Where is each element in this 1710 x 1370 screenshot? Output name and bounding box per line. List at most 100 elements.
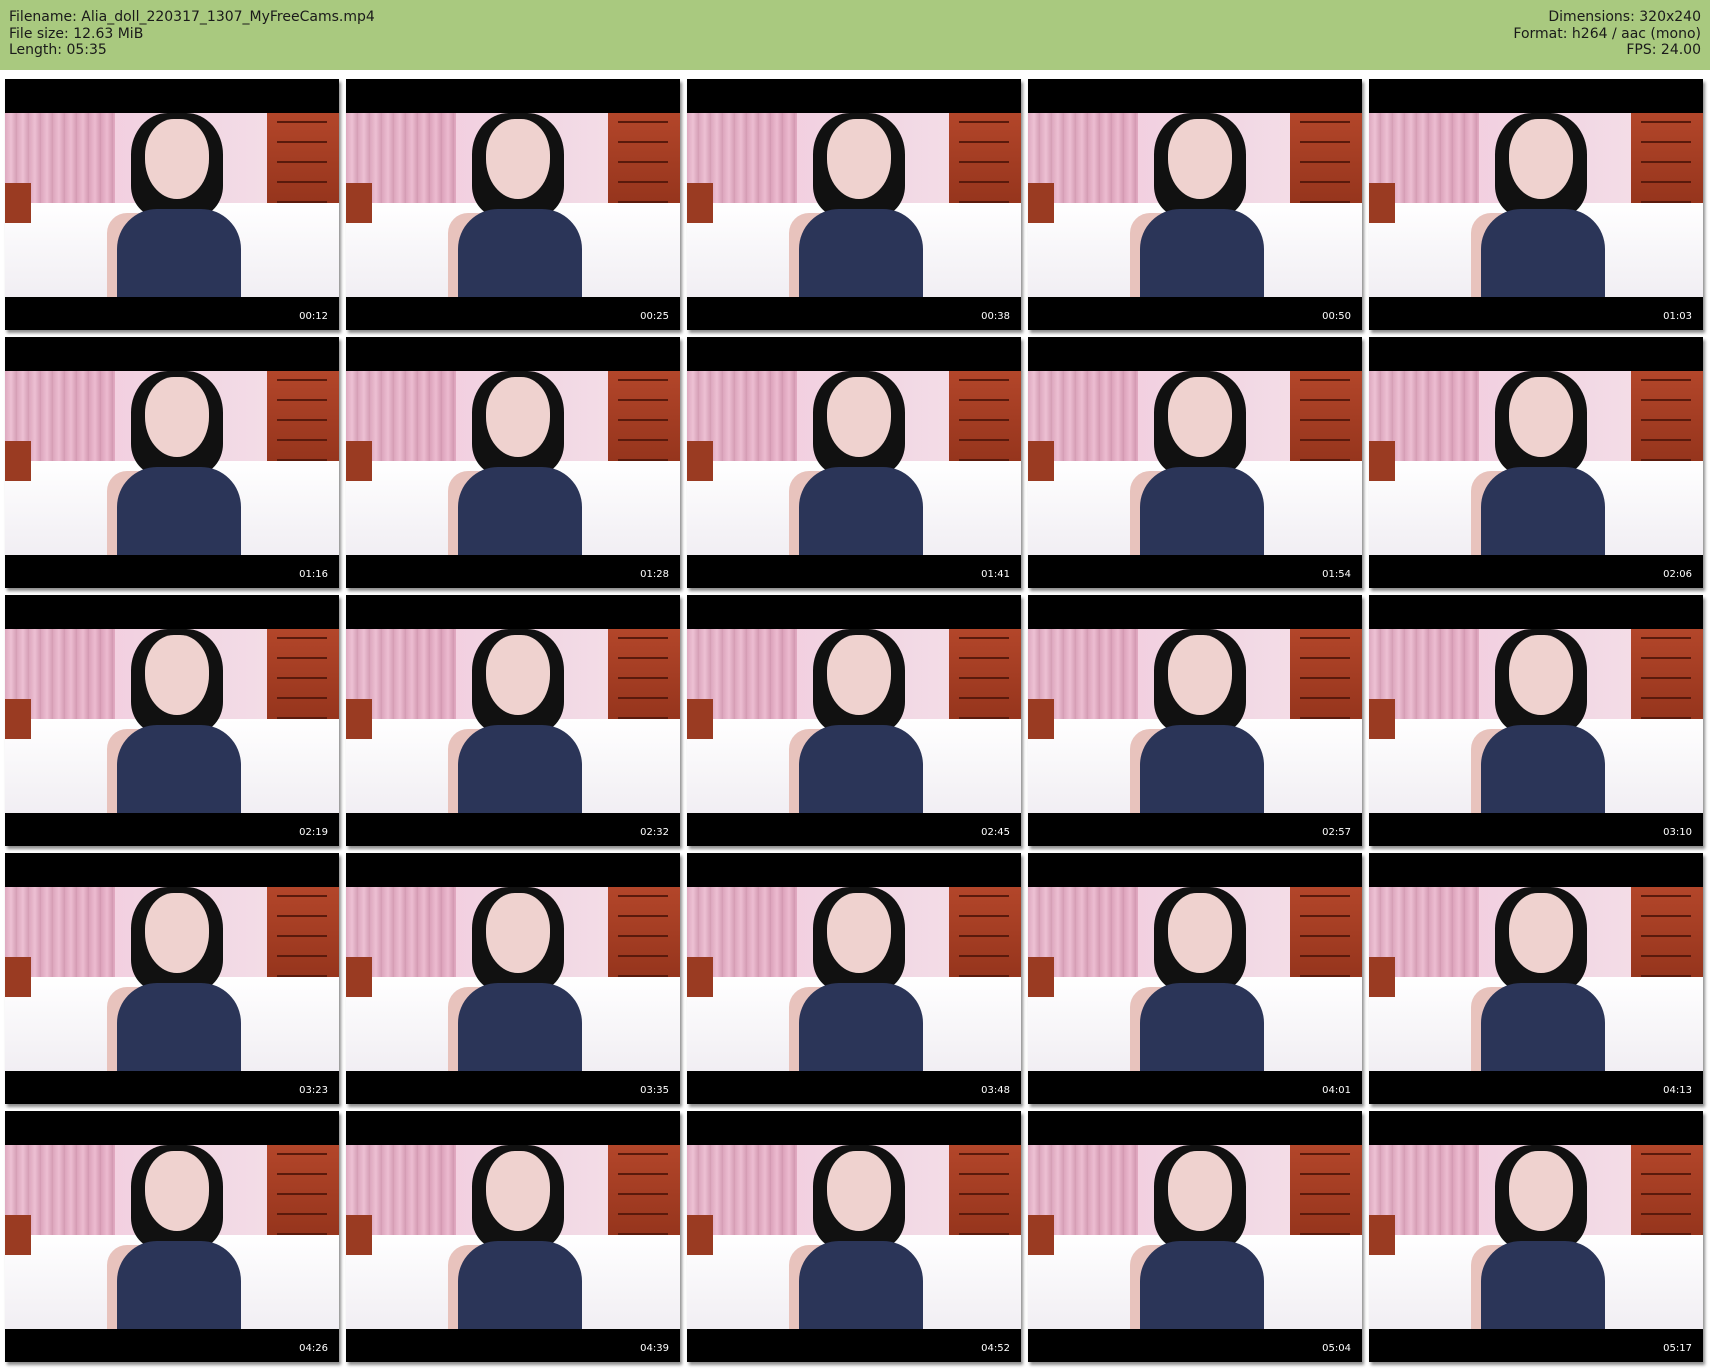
info-header: Filename: Alia_doll_220317_1307_MyFreeCa…	[0, 0, 1710, 70]
video-thumbnail[interactable]: 02:06	[1369, 337, 1703, 588]
format-text: Format: h264 / aac (mono)	[1513, 25, 1701, 42]
dress	[1140, 209, 1264, 297]
person	[107, 113, 247, 297]
video-thumbnail[interactable]: 01:28	[346, 337, 680, 588]
length-text: Length: 05:35	[9, 42, 107, 58]
video-thumbnail[interactable]: 03:35	[346, 853, 680, 1104]
face	[827, 119, 891, 199]
face	[1168, 893, 1232, 973]
video-thumbnail[interactable]: 04:39	[346, 1111, 680, 1362]
timestamp-label: 00:12	[299, 311, 328, 322]
timestamp-label: 04:13	[1663, 1085, 1692, 1096]
person	[789, 629, 929, 813]
video-thumbnail[interactable]: 02:57	[1028, 595, 1362, 846]
video-thumbnail[interactable]: 03:23	[5, 853, 339, 1104]
video-thumbnail[interactable]: 00:38	[687, 79, 1021, 330]
face	[145, 893, 209, 973]
person	[107, 887, 247, 1071]
bedpost	[346, 957, 372, 997]
video-thumbnail[interactable]: 03:10	[1369, 595, 1703, 846]
dress	[117, 983, 241, 1071]
dress	[799, 725, 923, 813]
bedpost	[346, 699, 372, 739]
face	[1168, 1151, 1232, 1231]
video-thumbnail[interactable]: 04:52	[687, 1111, 1021, 1362]
video-frame	[1028, 371, 1362, 555]
video-thumbnail[interactable]: 04:13	[1369, 853, 1703, 1104]
video-thumbnail[interactable]: 02:32	[346, 595, 680, 846]
bedpost	[5, 1215, 31, 1255]
face	[1509, 893, 1573, 973]
person	[789, 113, 929, 297]
face	[486, 1151, 550, 1231]
person	[1471, 113, 1611, 297]
video-frame	[5, 629, 339, 813]
dress	[1140, 725, 1264, 813]
bedpost	[1028, 1215, 1054, 1255]
face	[1509, 119, 1573, 199]
dress	[799, 983, 923, 1071]
video-frame	[1369, 371, 1703, 555]
video-frame	[687, 887, 1021, 1071]
video-frame	[1369, 1145, 1703, 1329]
video-thumbnail[interactable]: 04:26	[5, 1111, 339, 1362]
video-thumbnail[interactable]: 01:16	[5, 337, 339, 588]
video-frame	[1369, 629, 1703, 813]
video-thumbnail[interactable]: 00:12	[5, 79, 339, 330]
video-frame	[1369, 887, 1703, 1071]
bedpost	[346, 183, 372, 223]
person	[789, 371, 929, 555]
person	[1130, 629, 1270, 813]
video-frame	[1028, 887, 1362, 1071]
dress	[1481, 1241, 1605, 1329]
video-thumbnail[interactable]: 05:17	[1369, 1111, 1703, 1362]
fps-text: FPS: 24.00	[1626, 42, 1701, 58]
timestamp-label: 01:54	[1322, 569, 1351, 580]
person	[1130, 371, 1270, 555]
video-thumbnail[interactable]: 02:45	[687, 595, 1021, 846]
face	[1509, 377, 1573, 457]
person	[1130, 1145, 1270, 1329]
dress	[1481, 209, 1605, 297]
timestamp-label: 05:04	[1322, 1343, 1351, 1354]
video-thumbnail[interactable]: 03:48	[687, 853, 1021, 1104]
dress	[1481, 725, 1605, 813]
video-thumbnail[interactable]: 01:41	[687, 337, 1021, 588]
timestamp-label: 02:19	[299, 827, 328, 838]
video-frame	[5, 1145, 339, 1329]
timestamp-label: 01:16	[299, 569, 328, 580]
person	[448, 887, 588, 1071]
face	[486, 893, 550, 973]
dress	[1140, 1241, 1264, 1329]
video-thumbnail[interactable]: 01:54	[1028, 337, 1362, 588]
video-thumbnail[interactable]: 00:50	[1028, 79, 1362, 330]
video-thumbnail[interactable]: 02:19	[5, 595, 339, 846]
dress	[1481, 983, 1605, 1071]
person	[1130, 113, 1270, 297]
bedpost	[1369, 1215, 1395, 1255]
face	[827, 635, 891, 715]
bedpost	[687, 957, 713, 997]
video-frame	[687, 371, 1021, 555]
video-frame	[1028, 1145, 1362, 1329]
bedpost	[346, 441, 372, 481]
dress	[117, 1241, 241, 1329]
bedpost	[5, 183, 31, 223]
timestamp-label: 03:35	[640, 1085, 669, 1096]
video-thumbnail[interactable]: 01:03	[1369, 79, 1703, 330]
timestamp-label: 04:39	[640, 1343, 669, 1354]
video-frame	[1028, 113, 1362, 297]
timestamp-label: 00:50	[1322, 311, 1351, 322]
face	[1168, 119, 1232, 199]
filename-text: Filename: Alia_doll_220317_1307_MyFreeCa…	[9, 9, 375, 25]
dress	[1140, 467, 1264, 555]
timestamp-label: 03:10	[1663, 827, 1692, 838]
video-frame	[346, 887, 680, 1071]
timestamp-label: 02:32	[640, 827, 669, 838]
video-thumbnail[interactable]: 00:25	[346, 79, 680, 330]
video-thumbnail[interactable]: 05:04	[1028, 1111, 1362, 1362]
video-thumbnail[interactable]: 04:01	[1028, 853, 1362, 1104]
video-frame	[687, 113, 1021, 297]
info-left: Filename: Alia_doll_220317_1307_MyFreeCa…	[9, 9, 375, 59]
bedpost	[346, 1215, 372, 1255]
